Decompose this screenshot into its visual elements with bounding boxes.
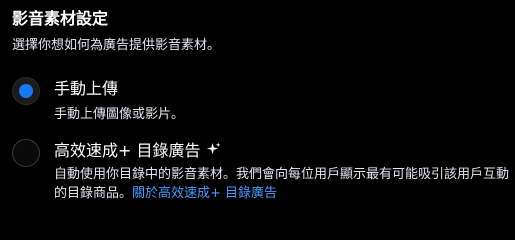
option-advantage-catalog-ads-label-row: 高效速成+ 目錄廣告: [54, 140, 221, 163]
sparkle-icon: [206, 141, 221, 163]
section-subtitle: 選擇你想如何為廣告提供影音素材。: [12, 38, 221, 53]
option-advantage-catalog-ads-label: 高效速成+ 目錄廣告: [54, 141, 201, 160]
option-advantage-catalog-ads-description: 自動使用你目錄中的影音素材。我們會向每位用戶顯示最有可能吸引該用戶互動的目錄商品…: [54, 165, 509, 203]
learn-more-link[interactable]: 關於高效速成+ 目錄廣告: [132, 186, 277, 201]
option-manual-upload-label: 手動上傳: [54, 79, 119, 98]
option-manual-upload-description: 手動上傳圖像或影片。: [54, 107, 185, 122]
section-title: 影音素材設定: [12, 9, 109, 28]
radio-manual-upload[interactable]: [12, 77, 40, 105]
radio-selected-dot: [19, 84, 33, 98]
radio-advantage-catalog-ads[interactable]: [12, 139, 40, 167]
description-text: 自動使用你目錄中的影音素材。我們會向每位用戶顯示最有可能吸引該用戶互動的目錄商品…: [54, 167, 510, 201]
